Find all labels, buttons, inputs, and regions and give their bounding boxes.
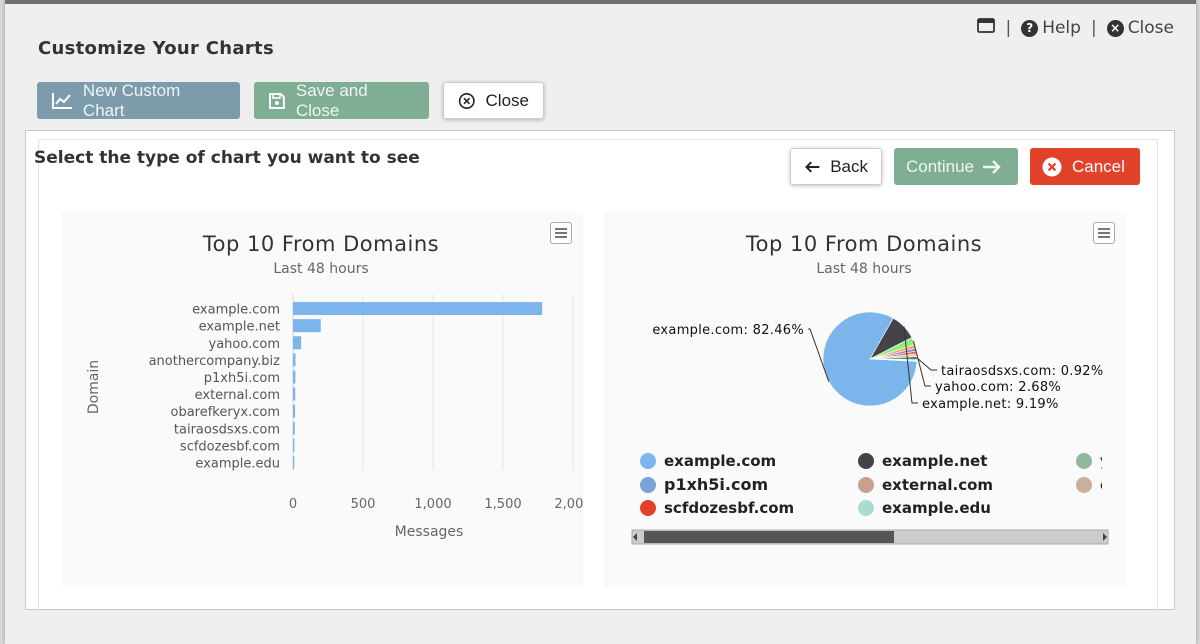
legend-item[interactable]: scfdozesbf.com (640, 499, 794, 517)
legend-scrollbar[interactable] (631, 529, 1109, 545)
bar (293, 319, 321, 333)
legend-item[interactable]: y (1076, 452, 1110, 470)
legend-item[interactable]: example.net (858, 452, 987, 470)
help-icon: ? (1021, 19, 1039, 37)
bar (293, 302, 543, 316)
legend-label: y (1100, 452, 1110, 470)
x-tick-label: 1,500 (484, 497, 521, 512)
close-circle-icon (458, 92, 475, 109)
legend-label: example.com (664, 452, 776, 470)
continue-button[interactable]: Continue (894, 148, 1018, 185)
line-chart-icon (51, 92, 72, 109)
bar-chart-y-axis-label: Domain (86, 360, 102, 414)
chart-menu-button[interactable] (1093, 222, 1115, 244)
separator: | (1090, 18, 1097, 38)
legend-label: external.com (882, 476, 993, 494)
customize-charts-dialog: | ? Help | × Close Customize Your Charts… (5, 0, 1196, 644)
toolbar: New Custom Chart Save and Close Close (37, 80, 544, 120)
save-and-close-label: Save and Close (295, 80, 368, 120)
bar (293, 455, 295, 469)
pie-chart-subtitle: Last 48 hours (816, 261, 911, 277)
legend-label: p1xh5i.com (664, 475, 768, 494)
save-icon (268, 92, 285, 109)
category-label: yahoo.com (209, 337, 280, 352)
close-button-label: Close (485, 90, 529, 110)
data-label: tairaosdsxs.com: 0.92% (941, 364, 1104, 379)
cancel-button[interactable]: Cancel (1030, 148, 1140, 185)
wizard-prompt: Select the type of chart you want to see (34, 148, 420, 168)
legend-symbol (1076, 453, 1092, 469)
dialog-title: Customize Your Charts (38, 38, 274, 59)
legend-label: example.edu (882, 499, 991, 517)
separator: | (1005, 18, 1012, 38)
continue-label: Continue (906, 156, 975, 176)
cancel-label: Cancel (1072, 156, 1125, 176)
back-label: Back (830, 156, 868, 176)
dialog-top-links: | ? Help | × Close (977, 18, 1174, 38)
back-button[interactable]: Back (790, 148, 882, 185)
legend-item[interactable]: example.com (640, 452, 776, 470)
help-label: Help (1042, 18, 1081, 38)
legend-symbol (858, 477, 874, 493)
legend-item[interactable]: example.edu (858, 499, 991, 517)
window-icon[interactable] (977, 18, 996, 38)
bar (293, 353, 296, 367)
new-custom-chart-label: New Custom Chart (82, 80, 181, 120)
data-label: example.com: 82.46% (652, 323, 804, 338)
help-link[interactable]: ? Help (1021, 18, 1081, 38)
data-label: example.net: 9.19% (922, 397, 1059, 412)
category-label: example.edu (195, 456, 280, 471)
cancel-circle-icon (1042, 157, 1062, 176)
legend-symbol (640, 500, 656, 516)
x-tick-label: 500 (351, 497, 376, 512)
pie-chart-title: Top 10 From Domains (745, 232, 982, 256)
bar (293, 336, 302, 350)
bar-chart: Top 10 From Domains Last 48 hours Domain… (86, 232, 592, 540)
legend-label: c (1100, 476, 1109, 494)
category-label: obarefkeryx.com (171, 405, 281, 420)
category-label: example.com (192, 303, 280, 318)
save-and-close-button[interactable]: Save and Close (254, 80, 429, 120)
category-label: p1xh5i.com (204, 371, 280, 386)
bar (293, 387, 296, 401)
category-label: scfdozesbf.com (180, 439, 280, 454)
legend-label: scfdozesbf.com (664, 499, 794, 517)
chart-menu-button[interactable] (550, 222, 572, 244)
legend-label: example.net (882, 452, 987, 470)
category-label: example.net (199, 320, 280, 335)
bar-chart-subtitle: Last 48 hours (273, 261, 368, 277)
bar (293, 438, 295, 452)
category-label: tairaosdsxs.com (174, 422, 280, 437)
data-label: yahoo.com: 2.68% (935, 380, 1061, 395)
close-button[interactable]: Close (443, 82, 544, 119)
legend-symbol (858, 453, 874, 469)
legend-symbol (640, 477, 656, 493)
arrow-left-icon (805, 160, 820, 173)
legend-item[interactable]: p1xh5i.com (640, 475, 768, 494)
x-tick-label: 0 (289, 497, 297, 512)
legend-symbol (640, 453, 656, 469)
close-label: Close (1127, 18, 1174, 38)
arrow-right-icon (983, 159, 1001, 174)
category-label: external.com (195, 388, 280, 403)
new-custom-chart-button[interactable]: New Custom Chart (37, 80, 240, 120)
bar (293, 421, 295, 435)
close-icon: × (1106, 19, 1124, 37)
bar-chart-x-axis-label: Messages (395, 524, 464, 540)
bar (293, 404, 296, 418)
x-tick-label: 1,000 (414, 497, 451, 512)
bar-chart-title: Top 10 From Domains (202, 232, 439, 256)
category-label: anothercompany.biz (149, 354, 281, 369)
pie-chart-card[interactable]: Top 10 From Domains Last 48 hours exampl… (604, 212, 1126, 587)
x-tick-label: 2,000 (554, 497, 583, 512)
legend-symbol (1076, 477, 1092, 493)
bar (293, 370, 296, 384)
pie-chart: Top 10 From Domains Last 48 hours exampl… (631, 232, 1110, 545)
legend-item[interactable]: external.com (858, 476, 993, 494)
legend-item[interactable]: c (1076, 476, 1109, 494)
legend-symbol (858, 500, 874, 516)
bar-chart-card[interactable]: Top 10 From Domains Last 48 hours Domain… (61, 212, 592, 587)
close-link[interactable]: × Close (1106, 18, 1174, 38)
